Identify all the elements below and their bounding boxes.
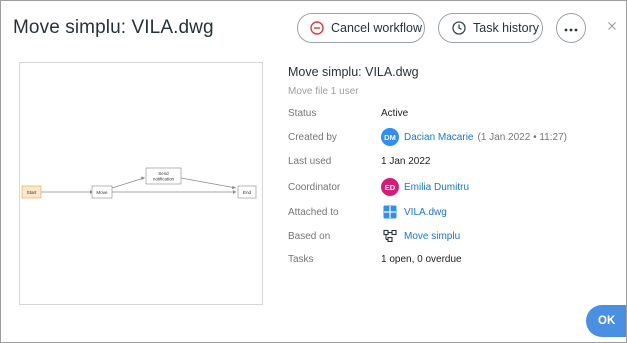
workflow-icon [381,227,399,245]
cancel-workflow-label: Cancel workflow [331,21,423,35]
coordinator-link[interactable]: Emilia Dumitru [404,182,469,193]
details-subtitle: Move file 1 user [288,86,359,97]
created-date: (1 Jan 2022 • 11:27) [477,131,567,143]
more-options-button[interactable] [556,13,586,43]
last-used-value: 1 Jan 2022 [381,155,431,167]
diagram-connectors [41,177,237,193]
details-title: Move simplu: VILA.dwg [288,65,419,79]
task-history-label: Task history [473,21,539,35]
detail-key: Status [288,107,317,119]
dialog-title: Move simplu: VILA.dwg [13,17,214,38]
attached-file-link[interactable]: VILA.dwg [404,207,447,218]
task-history-button[interactable]: Task history [438,13,543,43]
diagram-notify-label-1: Send [158,171,169,176]
workflow-dialog: Move simplu: VILA.dwg Cancel workflow Ta… [0,0,627,343]
diagram-end-label: End [243,190,252,195]
detail-key: Tasks [288,253,314,265]
avatar: ED [381,178,399,196]
detail-key: Created by [288,131,337,143]
detail-key: Attached to [288,206,339,218]
diagram-move-label: Move [96,190,108,195]
status-value: Active [381,107,409,119]
workflow-diagram-preview: Start Move Send notification End [19,62,263,305]
detail-key: Last used [288,155,332,167]
creator-link[interactable]: Dacian Macarie [404,132,473,143]
detail-key: Based on [288,230,331,242]
more-dots-icon [564,19,578,37]
cancel-circle-icon [310,21,324,35]
ok-button[interactable]: OK [586,305,626,337]
diagram-notify-label-2: notification [153,177,175,182]
detail-key: Coordinator [288,181,341,193]
dwg-file-icon [381,203,399,221]
close-icon[interactable] [605,19,619,33]
tasks-value: 1 open, 0 overdue [381,253,462,265]
clock-icon [452,21,466,35]
cancel-workflow-button[interactable]: Cancel workflow [297,13,425,43]
workflow-template-link[interactable]: Move simplu [404,231,460,242]
diagram-start-label: Start [27,190,37,195]
avatar: DM [381,128,399,146]
